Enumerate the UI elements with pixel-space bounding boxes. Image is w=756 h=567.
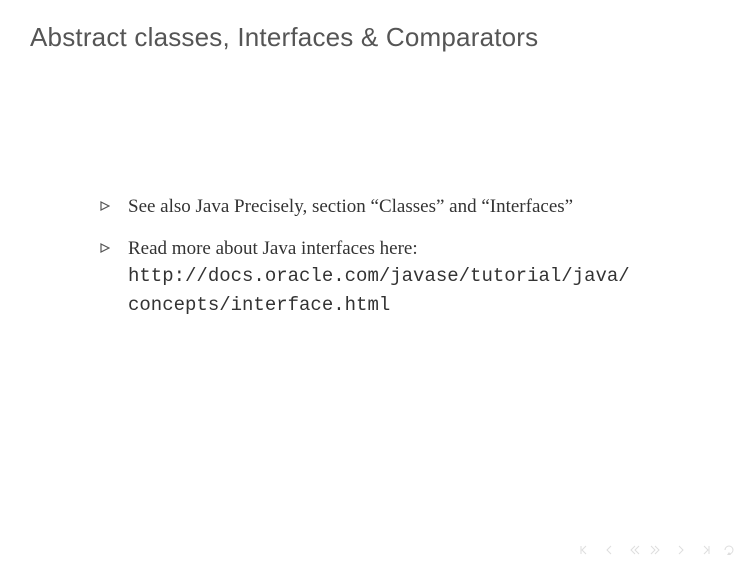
slide: Abstract classes, Interfaces & Comparato… <box>0 0 756 567</box>
list-item: Read more about Java interfaces here: ht… <box>100 235 676 320</box>
url-line-1: http://docs.oracle.com/javase/tutorial/j… <box>128 265 630 287</box>
nav-first-icon[interactable] <box>578 543 592 557</box>
slide-title: Abstract classes, Interfaces & Comparato… <box>30 22 726 53</box>
nav-prev-slide-icon[interactable] <box>602 543 616 557</box>
nav-next-icon[interactable] <box>650 543 664 557</box>
list-item: See also Java Precisely, section “Classe… <box>100 193 676 221</box>
bullet-list: See also Java Precisely, section “Classe… <box>100 193 676 319</box>
nav-last-icon[interactable] <box>698 543 712 557</box>
slide-content: See also Java Precisely, section “Classe… <box>100 193 676 319</box>
nav-prev-icon[interactable] <box>626 543 640 557</box>
slide-nav <box>578 543 736 557</box>
triangle-bullet-icon <box>100 240 110 259</box>
list-item-text: See also Java Precisely, section “Classe… <box>128 196 573 217</box>
nav-cycle-icon[interactable] <box>722 543 736 557</box>
list-item-text: Read more about Java interfaces here: <box>128 238 418 259</box>
triangle-bullet-icon <box>100 198 110 217</box>
nav-next-slide-icon[interactable] <box>674 543 688 557</box>
url-line-2: concepts/interface.html <box>128 294 390 316</box>
